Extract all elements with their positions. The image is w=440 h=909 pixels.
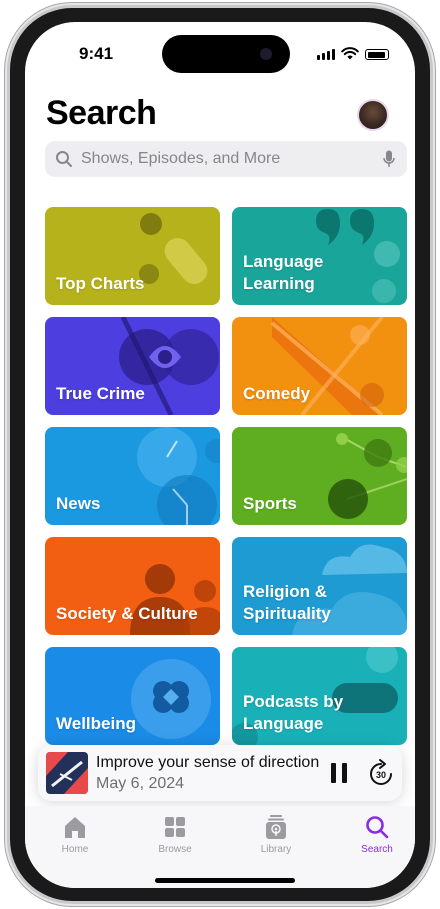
tab-search[interactable]: Search [337,814,415,855]
category-tile-society-culture[interactable]: Society & Culture [45,537,220,635]
skip-forward-button[interactable]: 30 [368,759,394,787]
volume-down-button[interactable] [5,315,9,375]
category-tile-wellbeing[interactable]: Wellbeing [45,647,220,745]
category-label: News [56,494,101,513]
avatar[interactable] [357,99,389,131]
category-tile-religion-spirituality[interactable]: Religion & Spirituality [232,537,407,635]
category-tile-true-crime[interactable]: True Crime [45,317,220,415]
category-label: Society & Culture [56,604,198,623]
tab-library[interactable]: Library [236,814,316,855]
category-label: Sports [243,494,297,513]
episode-artwork [46,752,88,794]
home-indicator[interactable] [155,878,295,883]
dynamic-island [162,35,290,73]
grid-icon [165,817,185,837]
tab-label: Browse [158,844,192,855]
tab-label: Library [260,844,292,855]
category-label: Religion & Spirituality [243,582,331,623]
status-icons [317,47,389,60]
category-tile-comedy[interactable]: Comedy [232,317,407,415]
search-icon [56,151,72,167]
volume-up-button[interactable] [5,240,9,300]
microphone-icon[interactable] [383,150,395,168]
category-label: True Crime [56,384,145,403]
category-tile-language-learning[interactable]: Language Learning [232,207,407,305]
screen: 9:41 Search Shows, Episodes, and More To… [25,22,415,888]
skip-forward-icon: 30 [370,759,392,785]
page-title: Search [46,94,157,132]
category-tile-top-charts[interactable]: Top Charts [45,207,220,305]
action-button[interactable] [5,180,9,210]
category-label: Language Learning [243,252,324,293]
tab-home[interactable]: Home [35,814,115,855]
tab-browse[interactable]: Browse [135,814,215,855]
house-icon [65,817,85,838]
library-icon [266,815,286,839]
category-label: Wellbeing [56,714,136,733]
skip-seconds: 30 [376,770,386,780]
category-tile-podcasts-by-language[interactable]: Podcasts by Language [232,647,407,745]
category-tile-news[interactable]: News [45,427,220,525]
category-label: Podcasts by Language [243,692,344,733]
status-time: 9:41 [79,44,114,63]
tab-bar: Home Browse Library Search [25,806,415,888]
side-button[interactable] [431,260,435,350]
search-bar[interactable] [45,141,407,177]
camera-icon [260,48,272,60]
category-tile-sports[interactable]: Sports [232,427,407,525]
pause-icon[interactable] [329,761,349,785]
episode-title: Improve your sense of direction [96,754,320,771]
signal-icon [317,49,335,60]
episode-date: May 6, 2024 [96,775,185,792]
category-label: Top Charts [56,274,145,293]
tab-label: Home [61,844,89,855]
search-icon [366,816,389,839]
battery-icon [365,49,389,60]
tab-label: Search [361,844,393,855]
wifi-icon [341,47,359,60]
mini-player[interactable]: Improve your sense of direction May 6, 2… [38,745,402,801]
category-label: Comedy [243,384,311,403]
search-input[interactable] [79,149,373,169]
